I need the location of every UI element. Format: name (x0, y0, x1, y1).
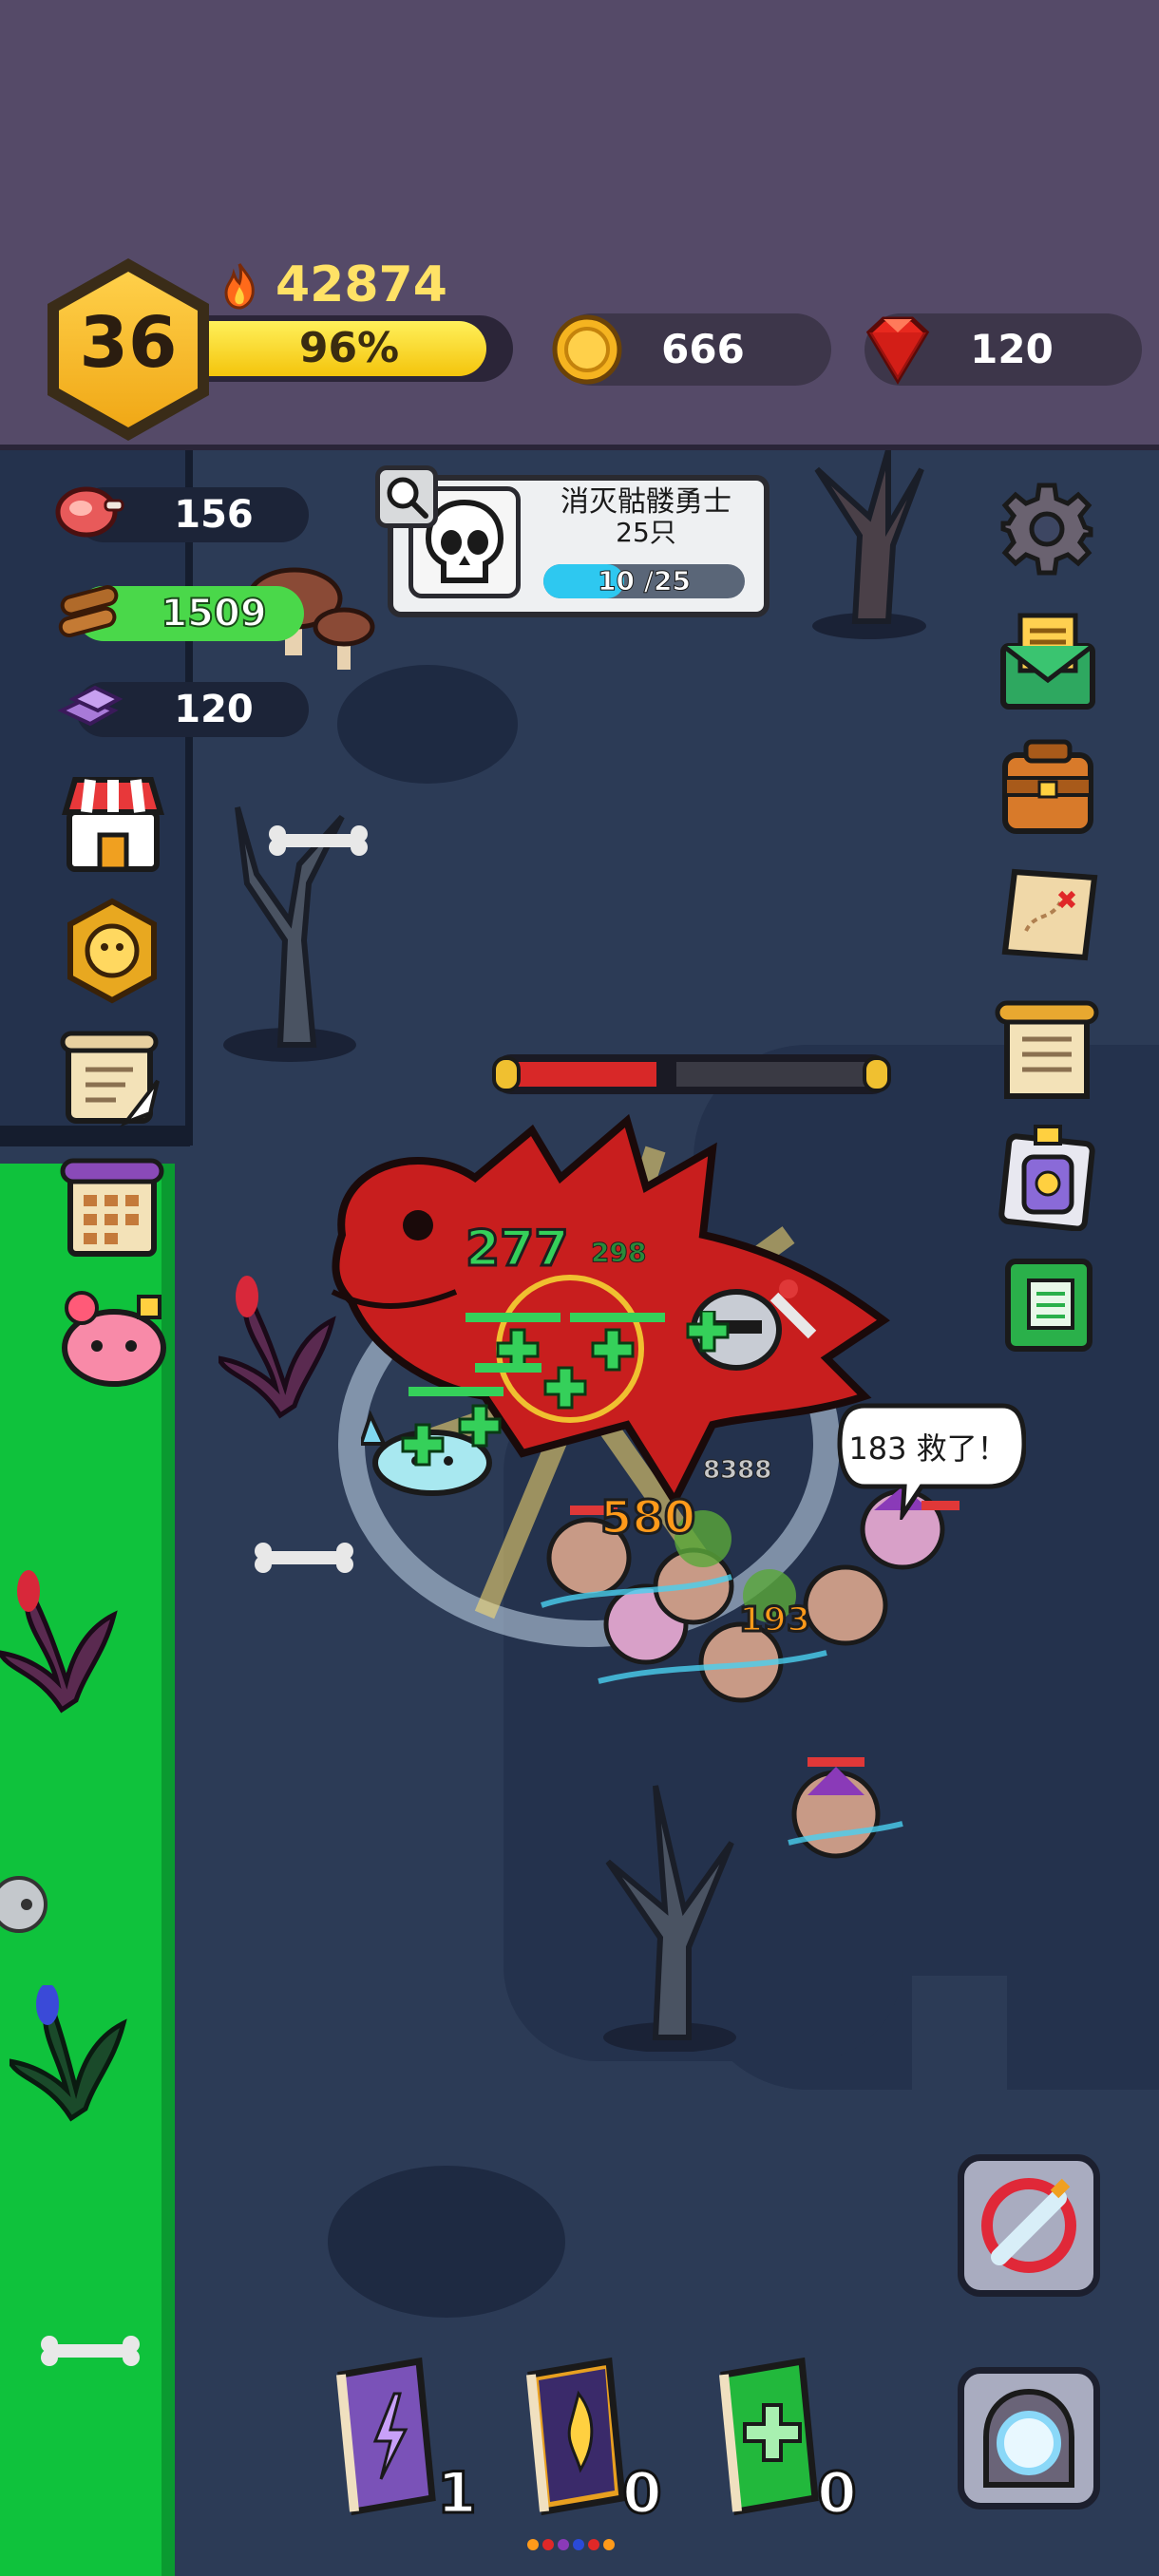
backpack-icon[interactable] (998, 736, 1098, 837)
boss-hp-empty (676, 1062, 866, 1087)
orc-enemies[interactable] (484, 1482, 1016, 1881)
green-book-icon[interactable] (1002, 1256, 1095, 1354)
speech-text: 183 救了！ (848, 1430, 1008, 1467)
level-number: 36 (79, 302, 178, 384)
skull-rock (0, 1876, 48, 1933)
red-plant (0, 1570, 118, 1714)
blue-plant (10, 1985, 127, 2122)
medal-icon[interactable] (59, 898, 165, 1004)
element-dots (527, 2536, 641, 2555)
quest-progress-label: 10 /25 (598, 565, 692, 597)
hp-bar-cap (863, 1056, 891, 1092)
gold-amount: 666 (661, 326, 745, 372)
damage-number: 580 (598, 1490, 696, 1546)
power-score: 42874 (276, 256, 447, 313)
notice-scroll-icon[interactable] (994, 997, 1100, 1104)
damage-number: 277 (465, 1220, 571, 1279)
wall-edge (185, 450, 193, 1146)
red-gem-icon (865, 316, 930, 385)
hp-bar-cap (492, 1056, 521, 1092)
calendar-scroll-icon[interactable] (59, 1157, 165, 1261)
gear-icon[interactable] (998, 480, 1096, 578)
damage-number: 193 (737, 1600, 811, 1641)
flame-icon (224, 263, 255, 310)
ore-amount: 120 (174, 688, 254, 731)
quest-title: 消灭骷髅勇士 (560, 485, 732, 519)
scroll-quill-icon[interactable] (59, 1028, 165, 1132)
heal-book[interactable] (711, 2356, 825, 2517)
dead-tree (812, 450, 926, 639)
potion-card-icon[interactable] (998, 1121, 1100, 1231)
heal-effects (401, 1311, 730, 1467)
wood-amount: 1509 (160, 591, 267, 636)
meat-icon (55, 486, 124, 538)
damage-number: 298 (590, 1237, 647, 1269)
xp-percent: 96% (298, 324, 400, 372)
flame-book-count: 0 (621, 2459, 664, 2529)
pink-pet-icon[interactable] (59, 1287, 169, 1388)
lightning-book-count: 1 (436, 2459, 479, 2529)
meat-amount: 156 (174, 493, 254, 537)
boss-hp-fill (517, 1062, 656, 1087)
gem-amount: 120 (970, 326, 1054, 372)
shadow-patch (328, 2166, 565, 2318)
bone (269, 825, 368, 856)
treasure-map-icon[interactable] (998, 864, 1102, 965)
shadow-patch (337, 665, 518, 784)
mail-icon[interactable] (998, 608, 1098, 712)
wood-logs-icon (58, 585, 119, 637)
flame-book[interactable] (518, 2356, 632, 2517)
floor-notch (912, 1976, 1007, 2185)
purple-ore-icon (57, 685, 124, 727)
gold-coin-icon (552, 314, 622, 385)
shop-icon[interactable] (62, 774, 164, 874)
quest-count: 25只 (616, 517, 676, 548)
damage-number: 8388 (702, 1456, 772, 1486)
magnifier-icon (387, 477, 428, 519)
heal-book-count: 0 (816, 2459, 859, 2529)
lightning-book[interactable] (328, 2356, 442, 2517)
portal-icon (983, 2388, 1074, 2488)
bone (41, 2336, 140, 2366)
crossed-sword-icon (981, 2178, 1076, 2273)
